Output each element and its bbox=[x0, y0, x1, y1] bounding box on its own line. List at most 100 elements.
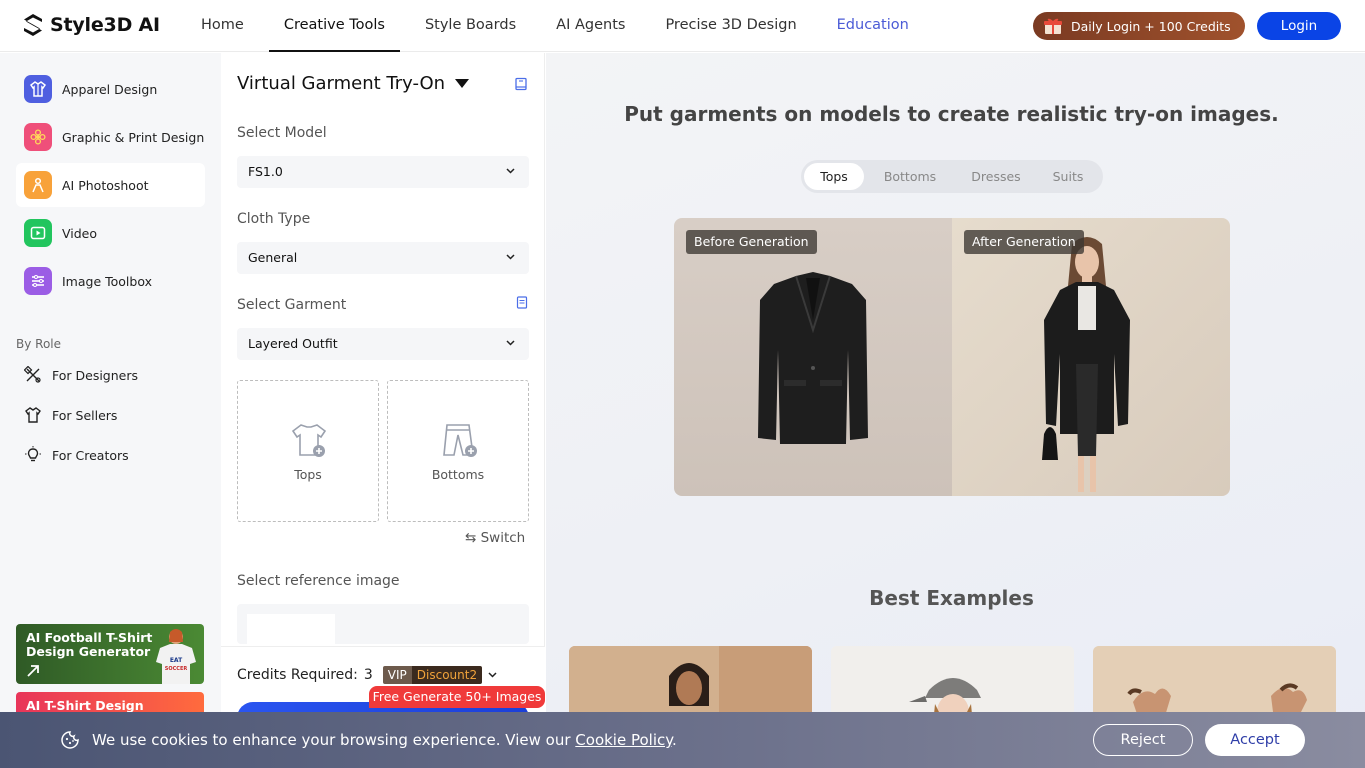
lightbulb-icon bbox=[25, 446, 41, 462]
login-button[interactable]: Login bbox=[1257, 12, 1341, 40]
credits-label: Credits Required: bbox=[237, 667, 358, 683]
chevron-down-icon bbox=[506, 168, 515, 174]
reject-cookies-button[interactable]: Reject bbox=[1093, 724, 1193, 756]
cloth-type-value: General bbox=[248, 250, 298, 265]
sidebar-item-apparel-design[interactable]: Apparel Design bbox=[16, 67, 205, 111]
credits-value: 3 bbox=[363, 667, 373, 683]
nav-precise-3d-design[interactable]: Precise 3D Design bbox=[650, 0, 811, 52]
sidebar-item-label: Image Toolbox bbox=[62, 273, 152, 289]
brand-name: Style3D AI bbox=[50, 14, 160, 36]
switch-button[interactable]: ⇆ Switch bbox=[465, 530, 525, 546]
role-label: For Creators bbox=[52, 447, 129, 463]
garment-select-value: Layered Outfit bbox=[248, 336, 338, 351]
role-for-creators[interactable]: For Creators bbox=[24, 446, 129, 464]
tool-title: Virtual Garment Try-On bbox=[237, 73, 446, 94]
style3d-logo-icon bbox=[24, 14, 42, 36]
sidebar-item-graphic-print-design[interactable]: Graphic & Print Design bbox=[16, 115, 205, 159]
nav-style-boards[interactable]: Style Boards bbox=[410, 0, 531, 52]
role-for-sellers[interactable]: For Sellers bbox=[24, 406, 117, 424]
video-play-icon bbox=[24, 219, 52, 247]
cookie-banner: We use cookies to enhance your browsing … bbox=[0, 712, 1365, 768]
blazer-image bbox=[758, 272, 868, 444]
left-sidebar: Apparel Design Graphic & Print Design AI… bbox=[0, 53, 221, 768]
sidebar-item-label: Video bbox=[62, 225, 98, 241]
top-navigation: Style3D AI Home Creative Tools Style Boa… bbox=[0, 0, 1365, 52]
design-tools-icon bbox=[24, 366, 41, 383]
after-generation-tag: After Generation bbox=[964, 230, 1084, 254]
after-generation-image: After Generation bbox=[952, 218, 1230, 496]
brand-logo[interactable]: Style3D AI bbox=[22, 13, 160, 37]
garment-category-tabs: Tops Bottoms Dresses Suits bbox=[801, 160, 1103, 193]
shirt-icon bbox=[25, 407, 41, 423]
best-examples-title: Best Examples bbox=[869, 586, 1034, 610]
promo-label: AI Football T-Shirt Design Generator bbox=[26, 630, 153, 659]
cookie-policy-link[interactable]: Cookie Policy bbox=[575, 731, 672, 749]
promo-label: AI T-Shirt Design bbox=[26, 698, 144, 713]
gift-icon bbox=[1044, 18, 1062, 34]
nav-education[interactable]: Education bbox=[822, 0, 924, 52]
tab-suits[interactable]: Suits bbox=[1036, 163, 1100, 190]
nav-creative-tools[interactable]: Creative Tools bbox=[268, 0, 401, 52]
role-label: For Sellers bbox=[52, 407, 118, 423]
before-generation-image: Before Generation bbox=[674, 218, 952, 496]
daily-login-credits-button[interactable]: Daily Login + 100 Credits bbox=[1033, 12, 1245, 40]
vip-discount-badge[interactable]: VIP Discount2 bbox=[382, 666, 483, 684]
football-shirt-model-image: EAT SOCCER bbox=[156, 629, 196, 684]
sidebar-item-ai-photoshoot[interactable]: AI Photoshoot bbox=[16, 163, 205, 207]
sidebar-item-label: Graphic & Print Design bbox=[62, 129, 205, 145]
model-select-value: FS1.0 bbox=[248, 164, 283, 179]
cookie-period: . bbox=[671, 731, 677, 749]
credits-required: Credits Required: 3 VIP Discount2 bbox=[237, 666, 497, 684]
before-generation-tag: Before Generation bbox=[686, 230, 817, 254]
sidebar-item-image-toolbox[interactable]: Image Toolbox bbox=[16, 259, 205, 303]
sidebar-item-label: Apparel Design bbox=[62, 81, 158, 97]
cloth-type-label: Cloth Type bbox=[237, 211, 311, 227]
document-icon[interactable] bbox=[516, 296, 528, 309]
upload-tops-box[interactable]: Tops bbox=[237, 380, 379, 522]
shirt-slogan: SOCCER bbox=[165, 666, 188, 672]
before-after-comparison[interactable]: Before Generation After Generation bbox=[674, 218, 1230, 496]
page-headline: Put garments on models to create realist… bbox=[624, 102, 1279, 126]
promo-football-tshirt-generator[interactable]: AI Football T-Shirt Design Generator EAT… bbox=[16, 624, 204, 684]
model-wearing-blazer-image bbox=[1042, 237, 1130, 492]
nav-home[interactable]: Home bbox=[186, 0, 259, 52]
cookie-icon bbox=[61, 731, 79, 749]
free-generate-badge[interactable]: Free Generate 50+ Images bbox=[369, 686, 545, 708]
nav-ai-agents[interactable]: AI Agents bbox=[541, 0, 640, 52]
select-garment-label: Select Garment bbox=[237, 297, 347, 313]
tab-dresses[interactable]: Dresses bbox=[956, 163, 1036, 190]
sidebar-item-label: AI Photoshoot bbox=[62, 177, 149, 193]
model-select[interactable]: FS1.0 bbox=[237, 156, 529, 188]
upload-bottoms-box[interactable]: Bottoms bbox=[387, 380, 529, 522]
main-nav: Home Creative Tools Style Boards AI Agen… bbox=[186, 0, 934, 52]
accept-cookies-button[interactable]: Accept bbox=[1205, 724, 1305, 756]
vip-label: VIP bbox=[382, 666, 412, 684]
chevron-down-icon bbox=[506, 340, 515, 346]
cookie-text: We use cookies to enhance your browsing … bbox=[92, 731, 571, 749]
daily-login-label: Daily Login + 100 Credits bbox=[1071, 18, 1231, 34]
main-content: Put garments on models to create realist… bbox=[546, 53, 1365, 768]
reference-image-label: Select reference image bbox=[237, 573, 400, 589]
tab-bottoms[interactable]: Bottoms bbox=[864, 163, 956, 190]
reference-thumbnail[interactable] bbox=[247, 614, 335, 644]
reference-image-area[interactable] bbox=[237, 604, 529, 644]
add-top-icon bbox=[291, 424, 327, 457]
role-label: For Designers bbox=[52, 367, 139, 383]
flower-icon bbox=[24, 123, 52, 151]
upload-tops-label: Tops bbox=[294, 467, 322, 482]
tab-tops[interactable]: Tops bbox=[804, 163, 864, 190]
cookie-message: We use cookies to enhance your browsing … bbox=[92, 731, 677, 749]
caret-down-icon bbox=[455, 79, 470, 88]
arrow-up-right-icon bbox=[27, 665, 39, 677]
select-model-label: Select Model bbox=[237, 125, 327, 141]
cloth-type-select[interactable]: General bbox=[237, 242, 529, 274]
add-bottom-icon bbox=[443, 424, 477, 457]
sidebar-item-video[interactable]: Video bbox=[16, 211, 205, 255]
role-for-designers[interactable]: For Designers bbox=[24, 366, 138, 384]
tool-title-dropdown[interactable]: Virtual Garment Try-On bbox=[237, 73, 470, 94]
guide-book-icon[interactable] bbox=[514, 77, 528, 91]
garment-select[interactable]: Layered Outfit bbox=[237, 328, 529, 360]
by-role-heading: By Role bbox=[16, 337, 62, 351]
chevron-down-icon[interactable] bbox=[488, 672, 497, 678]
upload-bottoms-label: Bottoms bbox=[431, 467, 485, 482]
